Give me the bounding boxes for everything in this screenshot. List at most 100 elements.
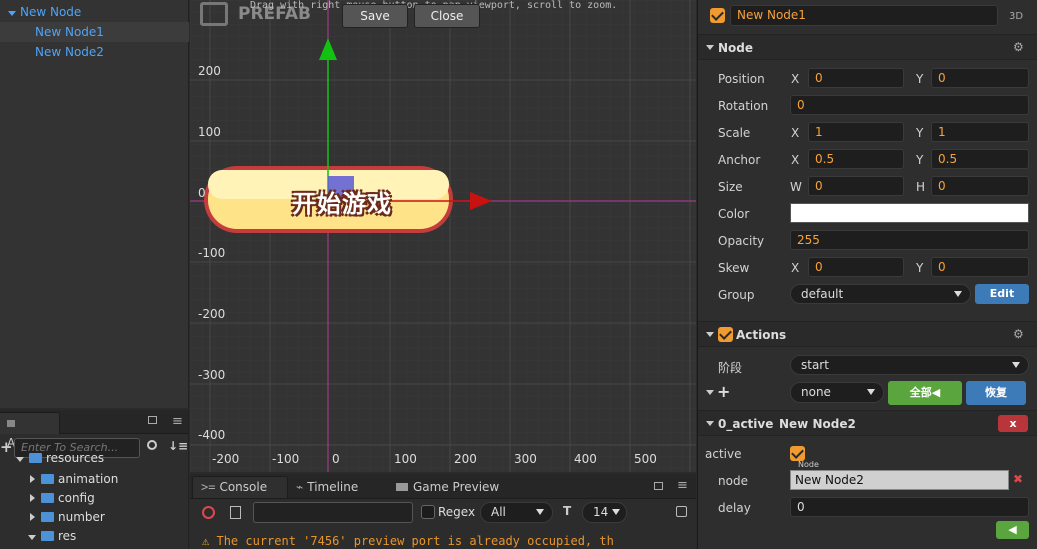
tree-item-number[interactable]: number bbox=[30, 508, 105, 527]
node-name-field[interactable]: New Node1 bbox=[730, 5, 998, 26]
tree-item-label: config bbox=[58, 491, 95, 505]
actions-section-header[interactable]: Actions ⚙ bbox=[698, 321, 1037, 347]
active-checkbox[interactable] bbox=[790, 446, 805, 461]
clear-reference-icon[interactable]: ✖ bbox=[1013, 472, 1023, 486]
regex-checkbox[interactable] bbox=[421, 505, 435, 519]
node-section-title: Node bbox=[718, 41, 754, 55]
gear-icon[interactable]: ⚙ bbox=[1013, 327, 1024, 341]
active-label: active bbox=[705, 447, 742, 461]
node-reference-field[interactable]: New Node2 bbox=[790, 470, 1009, 490]
hierarchy-item-new-node2[interactable]: New Node2 bbox=[0, 42, 189, 62]
group-edit-button[interactable]: Edit bbox=[975, 284, 1029, 304]
y-tick: 0 bbox=[198, 186, 206, 200]
folder-icon bbox=[7, 420, 15, 427]
chevron-down-icon bbox=[1012, 362, 1020, 368]
skew-label: Skew bbox=[718, 261, 750, 275]
delay-field[interactable]: 0 bbox=[790, 497, 1029, 517]
close-button[interactable]: Close bbox=[414, 4, 480, 28]
chevron-right-icon bbox=[30, 513, 35, 521]
tab-timeline[interactable]: ⌁ Timeline bbox=[296, 480, 358, 494]
y-tick: 200 bbox=[198, 64, 221, 78]
hierarchy-item-new-node1[interactable]: New Node1 bbox=[0, 22, 189, 42]
color-picker[interactable] bbox=[790, 203, 1029, 223]
axis-y-label: Y bbox=[916, 261, 924, 275]
actions-enabled-checkbox[interactable] bbox=[718, 327, 733, 342]
camera-icon bbox=[396, 483, 408, 491]
scene-grid bbox=[190, 0, 696, 472]
tab-console[interactable]: >= Console bbox=[192, 476, 288, 498]
opacity-label: Opacity bbox=[718, 234, 765, 248]
console-message: ⚠ The current '7456' preview port is alr… bbox=[202, 534, 692, 549]
menu-icon[interactable]: ≡ bbox=[172, 414, 183, 429]
inspector-panel: New Node1 3D Node ⚙ Position X 0 Y 0 Rot… bbox=[697, 0, 1037, 549]
tab-assets[interactable]: Assets bbox=[0, 412, 60, 450]
3d-toggle[interactable]: 3D bbox=[1009, 11, 1023, 22]
tree-item-resources[interactable]: resources bbox=[16, 452, 104, 464]
active-action-header[interactable]: 0_active New Node2 x bbox=[698, 410, 1037, 436]
scale-label: Scale bbox=[718, 126, 751, 140]
chevron-right-icon bbox=[30, 494, 35, 502]
menu-icon[interactable]: ≡ bbox=[677, 478, 688, 493]
scale-y-field[interactable]: 1 bbox=[931, 122, 1029, 142]
collapse-icon[interactable] bbox=[676, 506, 687, 517]
restore-button[interactable]: 恢复 bbox=[966, 381, 1026, 405]
actions-section-title: Actions bbox=[736, 328, 787, 342]
position-x-field[interactable]: 0 bbox=[808, 68, 904, 88]
node-active-checkbox[interactable] bbox=[710, 8, 725, 23]
folder-icon bbox=[29, 453, 42, 463]
tree-item-config[interactable]: config bbox=[30, 489, 95, 508]
group-value: default bbox=[801, 287, 844, 301]
tab-console-label: Console bbox=[219, 480, 268, 494]
add-icon[interactable]: + bbox=[0, 438, 13, 456]
tree-item-res[interactable]: res bbox=[28, 527, 76, 546]
gear-icon[interactable]: ⚙ bbox=[1013, 40, 1024, 54]
all-button[interactable]: 全部◀ bbox=[888, 381, 962, 405]
skew-y-field[interactable]: 0 bbox=[931, 257, 1029, 277]
popout-icon[interactable] bbox=[148, 416, 157, 424]
search-icon[interactable] bbox=[147, 440, 157, 450]
tab-game-preview[interactable]: Game Preview bbox=[396, 480, 499, 494]
font-size-value: 14 bbox=[593, 505, 609, 519]
opacity-field[interactable]: 255 bbox=[790, 230, 1029, 250]
position-y-field[interactable]: 0 bbox=[931, 68, 1029, 88]
tree-item-label: number bbox=[58, 510, 105, 524]
size-w-field[interactable]: 0 bbox=[808, 176, 904, 196]
chevron-down-icon[interactable] bbox=[706, 390, 714, 395]
hierarchy-item-new-node[interactable]: New Node bbox=[0, 2, 189, 22]
rotation-field[interactable]: 0 bbox=[790, 95, 1029, 115]
chevron-down-icon bbox=[867, 389, 875, 395]
font-size-select[interactable]: 14 bbox=[582, 502, 627, 523]
group-select[interactable]: default bbox=[790, 284, 971, 304]
node-section-header[interactable]: Node ⚙ bbox=[698, 34, 1037, 60]
chevron-down-icon bbox=[706, 45, 714, 50]
chevron-down-icon[interactable] bbox=[8, 11, 16, 16]
popout-icon[interactable] bbox=[654, 482, 663, 490]
chevron-down-icon bbox=[28, 535, 36, 540]
console-message-text: The current '7456' preview port is alrea… bbox=[216, 534, 614, 548]
chevron-down-icon bbox=[16, 457, 24, 462]
tree-item-animation[interactable]: animation bbox=[30, 470, 118, 489]
log-level-value: All bbox=[491, 505, 506, 519]
action-type-select[interactable]: none bbox=[790, 382, 884, 403]
folder-icon bbox=[41, 474, 54, 484]
remove-action-button[interactable]: x bbox=[998, 415, 1028, 432]
size-h-field[interactable]: 0 bbox=[931, 176, 1029, 196]
add-action-icon[interactable]: + bbox=[717, 382, 730, 401]
skew-x-field[interactable]: 0 bbox=[808, 257, 904, 277]
console-filter-input[interactable] bbox=[253, 502, 413, 523]
delay-label: delay bbox=[718, 501, 751, 515]
sort-icon[interactable]: ↓≡ bbox=[168, 439, 188, 453]
log-level-select[interactable]: All bbox=[480, 502, 553, 523]
log-file-icon[interactable] bbox=[230, 506, 241, 519]
tree-item-label: res bbox=[58, 529, 77, 543]
color-label: Color bbox=[718, 207, 750, 221]
scene-viewport[interactable]: 开始游戏 PREFAB Drag with right mouse button… bbox=[190, 0, 696, 472]
x-tick: 0 bbox=[332, 452, 340, 466]
save-button[interactable]: Save bbox=[342, 4, 408, 28]
anchor-x-field[interactable]: 0.5 bbox=[808, 149, 904, 169]
anchor-y-field[interactable]: 0.5 bbox=[931, 149, 1029, 169]
clear-icon[interactable] bbox=[202, 506, 215, 519]
play-action-button[interactable]: ◀ bbox=[996, 521, 1029, 539]
stage-select[interactable]: start bbox=[790, 355, 1029, 375]
scale-x-field[interactable]: 1 bbox=[808, 122, 904, 142]
